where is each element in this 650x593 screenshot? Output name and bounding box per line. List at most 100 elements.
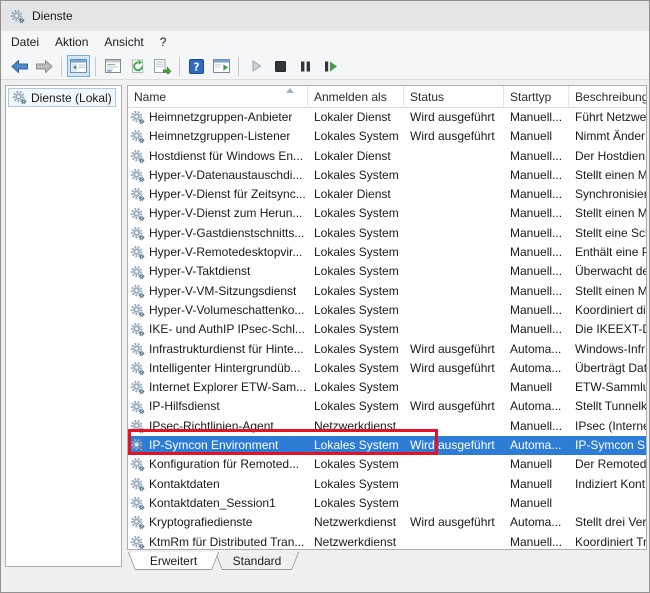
- service-row[interactable]: Hyper-V-TaktdienstLokales SystemManuell.…: [128, 262, 646, 281]
- services-gear-icon: [130, 419, 145, 434]
- service-row[interactable]: Heimnetzgruppen-ListenerLokales SystemWi…: [128, 127, 646, 146]
- service-row[interactable]: Hyper-V-Dienst zum Herun...Lokales Syste…: [128, 204, 646, 223]
- console-tree-panel: Dienste (Lokal): [5, 85, 122, 567]
- service-starttype-cell: Manuell...: [504, 243, 569, 262]
- service-status-cell: [404, 533, 504, 549]
- service-starttype-cell: Automa...: [504, 359, 569, 378]
- properties-icon[interactable]: [101, 55, 124, 77]
- column-header-status[interactable]: Status: [404, 86, 504, 108]
- service-logon-cell: Lokales System: [308, 243, 404, 262]
- column-header-name[interactable]: Name: [128, 86, 308, 108]
- show-console-tree-icon[interactable]: [67, 55, 90, 77]
- toolbar-separator: [238, 57, 239, 76]
- service-name-cell: Heimnetzgruppen-Listener: [128, 127, 308, 146]
- service-name: Kontaktdaten: [149, 475, 220, 494]
- service-row[interactable]: KtmRm für Distributed Tran...Netzwerkdie…: [128, 533, 646, 549]
- service-name-cell: IPsec-Richtlinien-Agent: [128, 417, 308, 436]
- service-status-cell: [404, 417, 504, 436]
- service-name-cell: Hyper-V-VM-Sitzungsdienst: [128, 282, 308, 301]
- service-row[interactable]: Hyper-V-Dienst für Zeitsync...Lokaler Di…: [128, 185, 646, 204]
- service-row[interactable]: Hostdienst für Windows En...Lokaler Dien…: [128, 147, 646, 166]
- service-row[interactable]: Infrastrukturdienst für Hinte...Lokales …: [128, 340, 646, 359]
- svg-text:?: ?: [193, 61, 199, 73]
- service-name: Hyper-V-Taktdienst: [149, 262, 250, 281]
- stop-service-icon[interactable]: [269, 55, 292, 77]
- service-description-cell: IP-Symcon S...: [569, 436, 646, 455]
- show-window-icon[interactable]: [210, 55, 233, 77]
- menu-item-datei[interactable]: Datei: [3, 32, 47, 52]
- service-logon-cell: Netzwerkdienst: [308, 513, 404, 532]
- service-row[interactable]: KryptografiediensteNetzwerkdienstWird au…: [128, 513, 646, 532]
- service-description-cell: Stellt einen M: [569, 282, 646, 301]
- service-logon-cell: Lokales System: [308, 204, 404, 223]
- title-bar[interactable]: Dienste: [1, 1, 649, 31]
- service-row[interactable]: Hyper-V-Volumeschattenko...Lokales Syste…: [128, 301, 646, 320]
- column-header-beschreibung[interactable]: Beschreibung: [569, 86, 647, 108]
- service-description-cell: IPsec (Interne: [569, 417, 646, 436]
- service-name-cell: Heimnetzgruppen-Anbieter: [128, 108, 308, 127]
- refresh-icon[interactable]: [126, 55, 149, 77]
- services-gear-icon: [10, 9, 25, 24]
- service-status-cell: [404, 262, 504, 281]
- service-description-cell: Stellt eine Sch: [569, 224, 646, 243]
- service-row[interactable]: Heimnetzgruppen-AnbieterLokaler DienstWi…: [128, 108, 646, 127]
- service-row[interactable]: Kontaktdaten_Session1Lokales SystemManue…: [128, 494, 646, 513]
- tree-item-label: Dienste (Lokal): [31, 91, 112, 105]
- service-description-cell: Der Remoted: [569, 455, 646, 474]
- service-logon-cell: Lokales System: [308, 494, 404, 513]
- service-name: Konfiguration für Remoted...: [149, 455, 299, 474]
- tab-erweitert[interactable]: Erweitert: [128, 552, 219, 570]
- service-logon-cell: Lokales System: [308, 127, 404, 146]
- service-logon-cell: Lokaler Dienst: [308, 108, 404, 127]
- service-starttype-cell: Manuell...: [504, 185, 569, 204]
- service-name: Hyper-V-Gastdienstschnitts...: [149, 224, 304, 243]
- service-name: IKE- und AuthIP IPsec-Schl...: [149, 320, 305, 339]
- services-gear-icon: [12, 90, 27, 105]
- service-row[interactable]: Konfiguration für Remoted...Lokales Syst…: [128, 455, 646, 474]
- tab-standard[interactable]: Standard: [215, 552, 299, 570]
- export-list-icon[interactable]: [151, 55, 174, 77]
- service-name-cell: Kontaktdaten_Session1: [128, 494, 308, 513]
- start-service-icon[interactable]: [244, 55, 267, 77]
- service-row[interactable]: Hyper-V-Datenaustauschdi...Lokales Syste…: [128, 166, 646, 185]
- tree-item-dienste-lokal[interactable]: Dienste (Lokal): [8, 88, 116, 107]
- service-description-cell: Der Hostdien: [569, 147, 646, 166]
- service-row[interactable]: IPsec-Richtlinien-AgentNetzwerkdienstMan…: [128, 417, 646, 436]
- back-icon[interactable]: [8, 55, 31, 77]
- service-description-cell: Überträgt Dat: [569, 359, 646, 378]
- column-header-anmelden-als[interactable]: Anmelden als: [308, 86, 404, 108]
- list-header: NameAnmelden alsStatusStarttypBeschreibu…: [128, 86, 646, 108]
- service-description-cell: Stellt Tunnelk: [569, 397, 646, 416]
- service-status-cell: Wird ausgeführt: [404, 359, 504, 378]
- menu-item-ansicht[interactable]: Ansicht: [96, 32, 151, 52]
- services-gear-icon: [130, 361, 145, 376]
- restart-service-icon[interactable]: [319, 55, 342, 77]
- service-row[interactable]: IP-HilfsdienstLokales SystemWird ausgefü…: [128, 397, 646, 416]
- forward-icon[interactable]: [33, 55, 56, 77]
- service-name: IP-Symcon Environment: [149, 436, 278, 455]
- service-status-cell: [404, 147, 504, 166]
- service-starttype-cell: Manuell...: [504, 147, 569, 166]
- service-name-cell: Konfiguration für Remoted...: [128, 455, 308, 474]
- service-row[interactable]: IKE- und AuthIP IPsec-Schl...Lokales Sys…: [128, 320, 646, 339]
- service-row[interactable]: Internet Explorer ETW-Sam...Lokales Syst…: [128, 378, 646, 397]
- service-logon-cell: Lokales System: [308, 475, 404, 494]
- service-row[interactable]: Intelligenter Hintergrundüb...Lokales Sy…: [128, 359, 646, 378]
- service-row[interactable]: Hyper-V-Remotedesktopvir...Lokales Syste…: [128, 243, 646, 262]
- service-starttype-cell: Manuell...: [504, 204, 569, 223]
- menu-item-help[interactable]: ?: [152, 32, 175, 52]
- pause-service-icon[interactable]: [294, 55, 317, 77]
- service-row[interactable]: KontaktdatenLokales SystemManuellIndizie…: [128, 475, 646, 494]
- service-starttype-cell: Manuell: [504, 455, 569, 474]
- service-row[interactable]: Hyper-V-Gastdienstschnitts...Lokales Sys…: [128, 224, 646, 243]
- menu-item-aktion[interactable]: Aktion: [47, 32, 96, 52]
- service-starttype-cell: Automa...: [504, 513, 569, 532]
- help-icon[interactable]: ?: [185, 55, 208, 77]
- service-row[interactable]: Hyper-V-VM-SitzungsdienstLokales SystemM…: [128, 282, 646, 301]
- service-row[interactable]: IP-Symcon EnvironmentLokales SystemWird …: [128, 436, 646, 455]
- service-description-cell: Indiziert Kont: [569, 475, 646, 494]
- service-description-cell: Überwacht de: [569, 262, 646, 281]
- service-status-cell: Wird ausgeführt: [404, 340, 504, 359]
- service-logon-cell: Lokaler Dienst: [308, 185, 404, 204]
- column-header-starttyp[interactable]: Starttyp: [504, 86, 569, 108]
